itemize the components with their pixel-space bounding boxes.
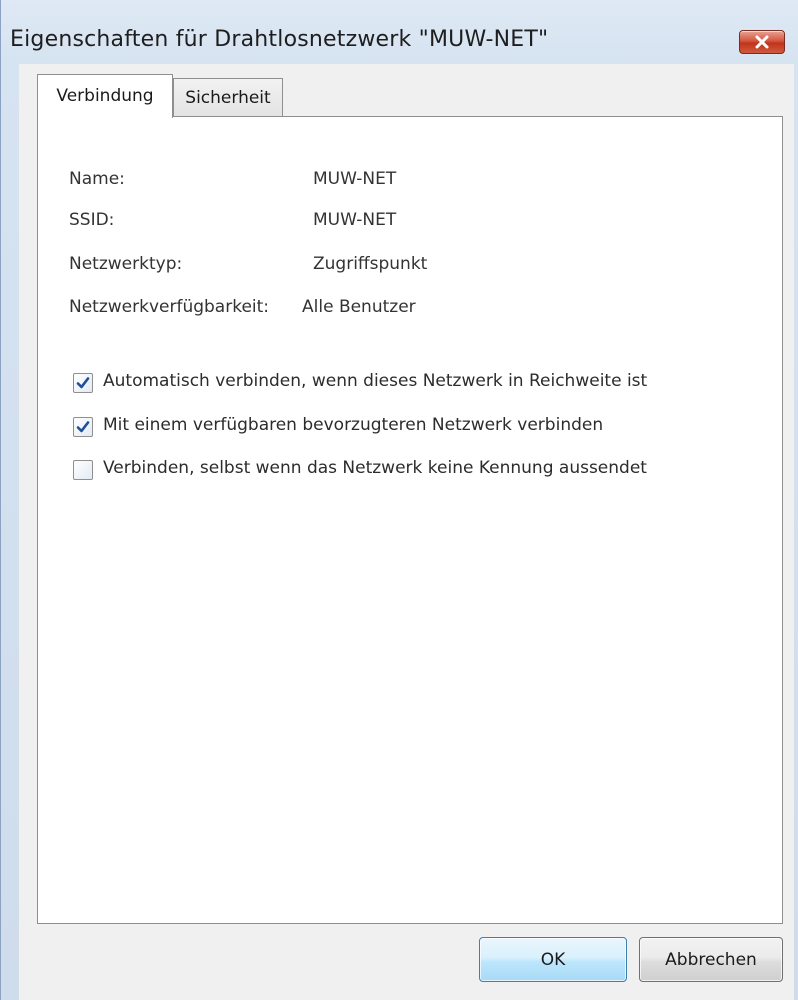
property-value-netzwerktyp: Zugriffspunkt	[313, 254, 428, 274]
close-button[interactable]	[739, 30, 785, 54]
property-value-name: MUW-NET	[313, 169, 397, 189]
checkmark-icon	[76, 421, 90, 433]
close-icon	[755, 35, 769, 49]
title-bar[interactable]: Eigenschaften für Drahtlosnetzwerk "MUW-…	[1, 0, 798, 62]
ok-button[interactable]: OK	[479, 937, 627, 982]
window-title: Eigenschaften für Drahtlosnetzwerk "MUW-…	[10, 27, 549, 52]
dialog-window: Eigenschaften für Drahtlosnetzwerk "MUW-…	[0, 0, 798, 1000]
checkmark-icon	[76, 377, 90, 389]
tab-sicherheit[interactable]: Sicherheit	[173, 78, 283, 116]
checkbox-preferred-network-label[interactable]: Mit einem verfügbaren bevorzugteren Netz…	[103, 415, 603, 435]
checkbox-auto-connect[interactable]	[73, 373, 93, 393]
cancel-button-label: Abbrechen	[665, 949, 757, 970]
checkbox-hidden-ssid-label[interactable]: Verbinden, selbst wenn das Netzwerk kein…	[103, 458, 647, 478]
property-label-name: Name:	[69, 169, 125, 189]
tab-verbindung[interactable]: Verbindung	[37, 74, 173, 118]
ok-button-label: OK	[540, 949, 566, 970]
tab-panel-verbindung	[37, 116, 783, 924]
property-label-ssid: SSID:	[69, 210, 115, 230]
property-value-ssid: MUW-NET	[313, 210, 397, 230]
property-value-verfuegbarkeit: Alle Benutzer	[302, 297, 416, 317]
checkbox-preferred-network[interactable]	[73, 417, 93, 437]
tab-sicherheit-label: Sicherheit	[185, 87, 271, 108]
property-label-verfuegbarkeit: Netzwerkverfügbarkeit:	[69, 297, 270, 317]
property-label-netzwerktyp: Netzwerktyp:	[69, 254, 183, 274]
tab-verbindung-label: Verbindung	[56, 85, 154, 106]
checkbox-auto-connect-label[interactable]: Automatisch verbinden, wenn dieses Netzw…	[103, 371, 647, 391]
cancel-button[interactable]: Abbrechen	[639, 937, 783, 982]
checkbox-hidden-ssid[interactable]	[73, 460, 93, 480]
